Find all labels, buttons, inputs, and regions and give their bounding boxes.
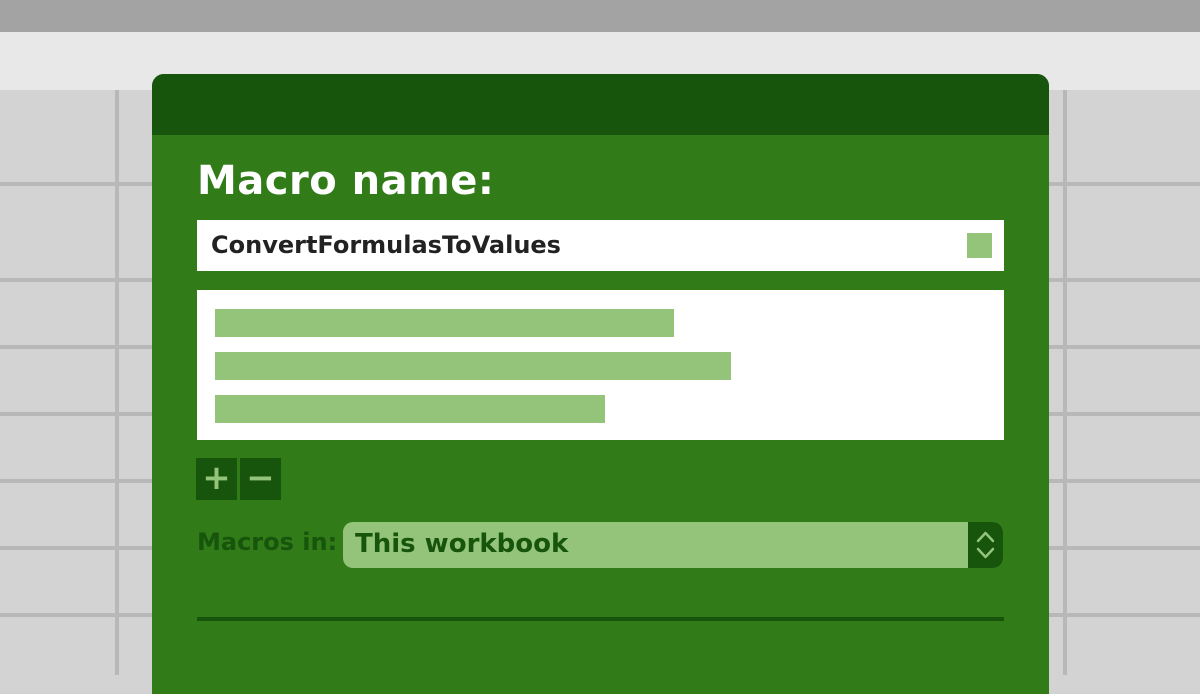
macro-name-value: ConvertFormulasToValues: [211, 231, 561, 259]
field-indicator-icon: [967, 233, 992, 258]
macros-in-select[interactable]: This workbook: [343, 522, 1003, 568]
record-macro-dialog: Macro name: ConvertFormulasToValues + − …: [152, 74, 1049, 694]
grid-col-line: [1063, 90, 1067, 675]
divider: [197, 617, 1004, 621]
list-item[interactable]: [215, 309, 674, 337]
list-item[interactable]: [215, 352, 731, 380]
remove-button[interactable]: −: [240, 458, 281, 500]
list-item[interactable]: [215, 395, 605, 423]
macros-in-value: This workbook: [355, 529, 569, 559]
up-down-chevron-icon[interactable]: [968, 522, 1003, 568]
dialog-header: [152, 74, 1049, 135]
macro-name-label: Macro name:: [197, 158, 495, 204]
macro-name-field[interactable]: ConvertFormulasToValues: [197, 220, 1004, 271]
add-button[interactable]: +: [196, 458, 237, 500]
macro-list[interactable]: [197, 290, 1004, 440]
grid-col-line: [115, 90, 119, 675]
chevron-svg: [976, 531, 995, 559]
window-title-bar: [0, 0, 1200, 32]
macros-in-label: Macros in:: [197, 528, 338, 556]
